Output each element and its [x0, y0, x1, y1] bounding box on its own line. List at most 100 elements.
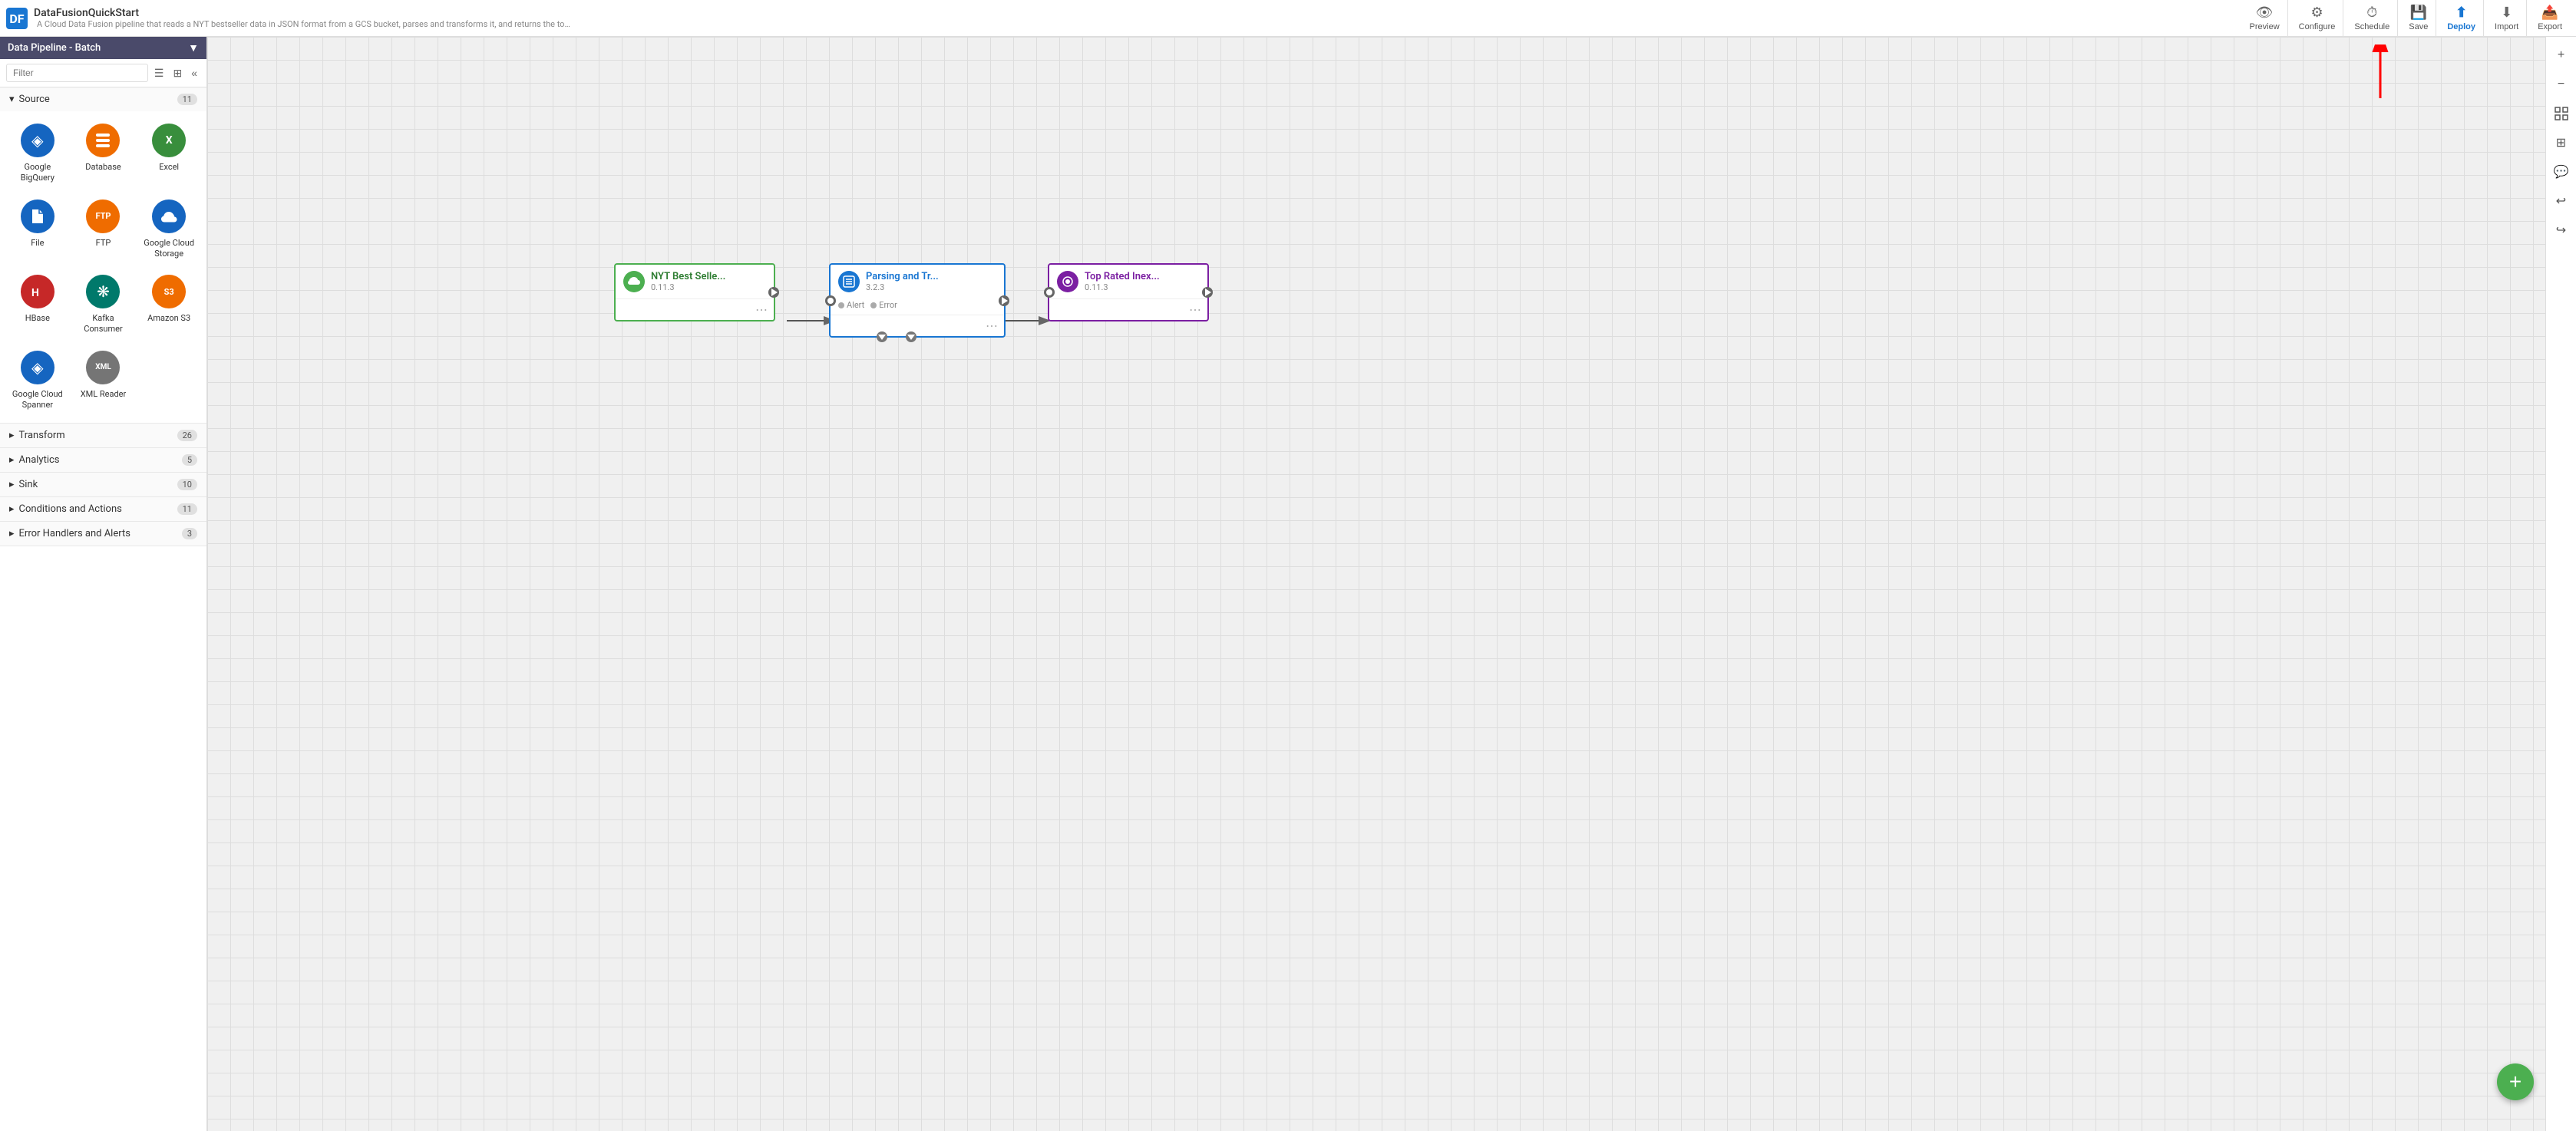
conditions-section: ▸ Conditions and Actions 11 — [0, 497, 206, 522]
plugin-excel[interactable]: X Excel — [137, 117, 200, 190]
node-list-button[interactable]: ⊞ — [2549, 130, 2574, 155]
source-node-title-block: NYT Best Selle... 0.11.3 — [651, 271, 766, 292]
sink-section-header[interactable]: ▸ Sink 10 — [0, 473, 206, 496]
sink-left-connector[interactable] — [1044, 287, 1055, 298]
redo-button[interactable]: ↪ — [2549, 218, 2574, 242]
right-toolbar: + − ⊞ 💬 ↩ ↪ — [2545, 37, 2576, 1131]
excel-icon: X — [152, 124, 186, 157]
comment-button[interactable]: 💬 — [2549, 160, 2574, 184]
source-plugin-grid: ◈ Google BigQuery Database X Excel — [0, 111, 206, 423]
sink-node-menu-icon[interactable]: ⋯ — [1189, 302, 1201, 317]
plugin-gcs[interactable]: Google Cloud Storage — [137, 193, 200, 266]
list-view-button[interactable]: ☰ — [151, 65, 167, 81]
sink-count: 10 — [177, 479, 197, 490]
error-handlers-label: Error Handlers and Alerts — [19, 528, 130, 539]
deploy-icon: ⬆ — [2455, 5, 2467, 21]
plugin-spanner[interactable]: ◈ Google Cloud Spanner — [6, 345, 69, 417]
plugin-bigquery[interactable]: ◈ Google BigQuery — [6, 117, 69, 190]
undo-button[interactable]: ↩ — [2549, 189, 2574, 213]
import-button[interactable]: ⬇ Import — [2487, 0, 2527, 37]
hbase-icon: H — [21, 275, 54, 308]
plugin-hbase[interactable]: H HBase — [6, 269, 69, 341]
error-handlers-section-header[interactable]: ▸ Error Handlers and Alerts 3 — [0, 522, 206, 546]
alert-label: Alert — [847, 300, 864, 310]
sink-node[interactable]: Top Rated Inex... 0.11.3 ⋯ — [1048, 263, 1209, 321]
sink-node-footer: ⋯ — [1049, 298, 1207, 320]
transform-node-menu-icon[interactable]: ⋯ — [986, 318, 998, 333]
configure-button[interactable]: ⚙ Configure — [2291, 0, 2344, 37]
error-bottom-connector[interactable] — [906, 331, 916, 342]
fit-button[interactable] — [2549, 101, 2574, 126]
transform-section-header[interactable]: ▸ Transform 26 — [0, 424, 206, 447]
plugin-s3[interactable]: S3 Amazon S3 — [137, 269, 200, 341]
top-bar-left: DF DataFusionQuickStart A Cloud Data Fus… — [6, 7, 2242, 29]
s3-label: Amazon S3 — [147, 313, 190, 324]
grid-view-button[interactable]: ⊞ — [170, 65, 185, 81]
source-right-connector[interactable] — [768, 287, 779, 298]
save-label: Save — [2409, 22, 2428, 31]
source-section-header[interactable]: ▾ Source 11 — [0, 87, 206, 111]
sidebar-pipeline-selector[interactable]: Data Pipeline - Batch ▼ — [0, 37, 206, 59]
sink-label: Sink — [19, 479, 38, 490]
preview-button[interactable]: 👁 Preview — [2242, 0, 2288, 37]
sink-left-connector-circle — [1046, 289, 1052, 295]
source-node-header: NYT Best Selle... 0.11.3 — [616, 265, 774, 298]
error-label: Error — [879, 300, 897, 310]
source-chevron: ▾ — [9, 94, 15, 105]
source-label: Source — [19, 94, 50, 105]
alert-bottom-connector[interactable] — [877, 331, 887, 342]
preview-label: Preview — [2250, 22, 2280, 31]
error-badge[interactable]: Error — [870, 300, 897, 310]
preview-icon: 👁 — [2256, 5, 2274, 21]
app-logo: DF — [6, 8, 28, 29]
source-node[interactable]: NYT Best Selle... 0.11.3 ⋯ — [614, 263, 775, 321]
transform-node-title-block: Parsing and Tr... 3.2.3 — [866, 271, 996, 292]
transform-section-title-left: ▸ Transform — [9, 430, 65, 441]
analytics-section-header[interactable]: ▸ Analytics 5 — [0, 448, 206, 472]
source-section: ▾ Source 11 ◈ Google BigQuery Database — [0, 87, 206, 424]
kafka-icon: ❋ — [86, 275, 120, 308]
spanner-icon: ◈ — [21, 351, 54, 384]
source-connector-triangle — [771, 289, 778, 296]
sink-node-header: Top Rated Inex... 0.11.3 — [1049, 265, 1207, 298]
schedule-button[interactable]: ⏱ Schedule — [2346, 0, 2398, 37]
save-icon: 💾 — [2410, 5, 2427, 21]
sink-node-icon — [1057, 271, 1078, 292]
save-button[interactable]: 💾 Save — [2401, 0, 2436, 37]
plugin-kafka[interactable]: ❋ Kafka Consumer — [72, 269, 135, 341]
source-node-icon — [623, 271, 645, 292]
bigquery-label: Google BigQuery — [9, 162, 66, 184]
canvas-area[interactable]: NYT Best Selle... 0.11.3 ⋯ Parsing and T… — [207, 37, 2545, 1131]
collapse-button[interactable]: « — [188, 65, 200, 81]
transform-node[interactable]: Parsing and Tr... 3.2.3 Alert Error ⋯ — [829, 263, 1006, 338]
transform-right-connector[interactable] — [999, 295, 1009, 306]
plugin-ftp[interactable]: FTP FTP — [72, 193, 135, 266]
top-bar: DF DataFusionQuickStart A Cloud Data Fus… — [0, 0, 2576, 37]
plugin-xmlreader[interactable]: XML XML Reader — [72, 345, 135, 417]
alert-badge[interactable]: Alert — [838, 300, 864, 310]
transform-left-connector[interactable] — [825, 295, 836, 306]
sink-chevron: ▸ — [9, 479, 15, 490]
add-fab-button[interactable]: + — [2497, 1063, 2534, 1100]
transform-left-connector-circle — [827, 298, 834, 304]
analytics-label: Analytics — [19, 454, 60, 466]
error-handlers-chevron: ▸ — [9, 528, 15, 539]
transform-node-icon — [838, 271, 860, 292]
schedule-icon: ⏱ — [2366, 5, 2377, 21]
source-node-menu-icon[interactable]: ⋯ — [755, 302, 768, 317]
pipeline-desc: A Cloud Data Fusion pipeline that reads … — [37, 19, 574, 29]
title-area: DataFusionQuickStart A Cloud Data Fusion… — [34, 7, 574, 29]
zoom-in-button[interactable]: + — [2549, 43, 2574, 68]
plugin-file[interactable]: File — [6, 193, 69, 266]
gcs-label: Google Cloud Storage — [140, 238, 197, 260]
import-icon: ⬇ — [2501, 5, 2512, 21]
export-button[interactable]: 📤 Export — [2530, 0, 2570, 37]
plugin-database[interactable]: Database — [72, 117, 135, 190]
filter-input[interactable] — [6, 64, 148, 82]
database-icon — [86, 124, 120, 157]
deploy-button[interactable]: ⬆ Deploy — [2439, 0, 2484, 37]
xmlreader-icon: XML — [86, 351, 120, 384]
sink-right-connector[interactable] — [1202, 287, 1213, 298]
conditions-section-header[interactable]: ▸ Conditions and Actions 11 — [0, 497, 206, 521]
zoom-out-button[interactable]: − — [2549, 72, 2574, 97]
